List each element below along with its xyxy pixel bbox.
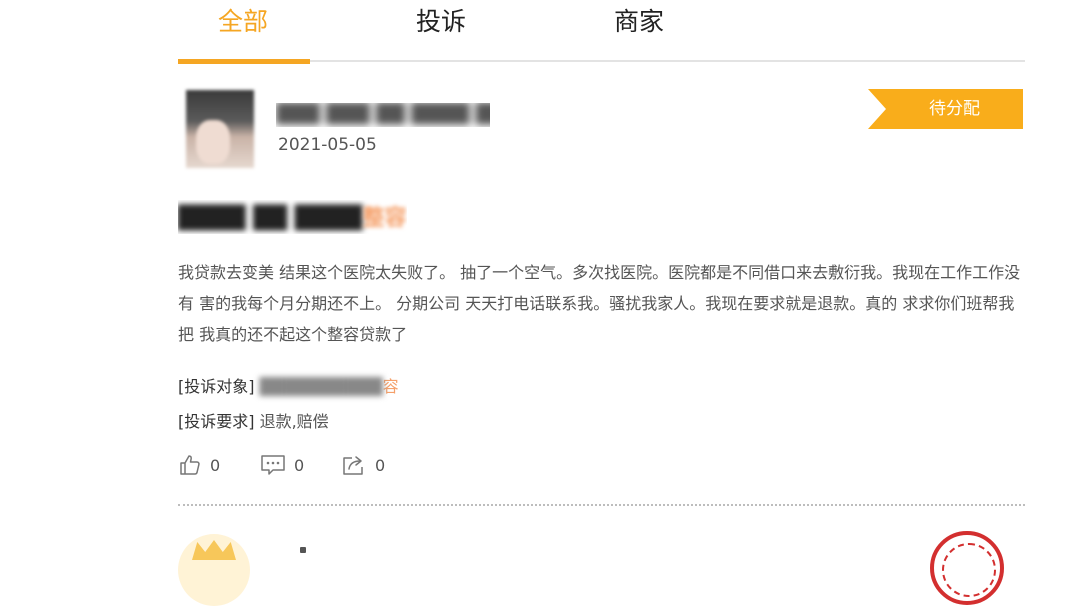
post-title-blurred: ████ ██ ████: [178, 206, 363, 231]
share-count: 0: [375, 455, 386, 475]
next-post-name-fragment: [300, 547, 306, 553]
post-title[interactable]: ████ ██ ████整容: [178, 200, 407, 234]
tab-merchants[interactable]: 商家: [614, 4, 664, 40]
complaint-target-label: [投诉对象]: [178, 377, 255, 396]
user-name[interactable]: ███ ███ ██ ████ ██ ████: [276, 103, 490, 127]
tab-all[interactable]: 全部: [218, 4, 268, 40]
comment-count: 0: [294, 455, 305, 475]
post-date: 2021-05-05: [278, 135, 377, 155]
thumbs-up-icon: [180, 455, 200, 475]
user-name-text: ███ ███ ██ ████ ██ ████: [276, 103, 490, 125]
complaint-demand-value: 退款,赔偿: [259, 412, 329, 431]
post-divider: [178, 504, 1025, 506]
complaint-demand-label: [投诉要求]: [178, 412, 255, 431]
share-icon: [343, 456, 363, 475]
post-title-accent: 整容: [362, 206, 407, 231]
seal-stamp-icon: [930, 531, 1004, 605]
tab-active-indicator: [178, 59, 310, 64]
tab-bar: 全部 投诉 商家: [178, 0, 1025, 64]
share-button[interactable]: 0: [341, 451, 385, 479]
comment-icon: [261, 455, 285, 475]
comment-button[interactable]: 0: [260, 451, 304, 479]
status-label: 待分配: [929, 99, 980, 119]
like-count: 0: [210, 455, 221, 475]
like-button[interactable]: 0: [178, 451, 220, 479]
complaint-demand: [投诉要求] 退款,赔偿: [178, 410, 329, 434]
complaint-target: [投诉对象] ██████████容: [178, 375, 399, 399]
next-post-avatar[interactable]: [178, 534, 250, 606]
complaint-target-value-blurred[interactable]: ██████████: [260, 377, 383, 396]
crown-icon: [192, 540, 236, 560]
complaint-target-value[interactable]: 容: [383, 377, 399, 396]
avatar[interactable]: [186, 90, 254, 168]
tab-complaints[interactable]: 投诉: [416, 4, 466, 40]
status-badge: 待分配: [868, 89, 1023, 129]
post-content: 我贷款去变美 结果这个医院太失败了。 抽了一个空气。多次找医院。医院都是不同借口…: [178, 263, 1021, 344]
